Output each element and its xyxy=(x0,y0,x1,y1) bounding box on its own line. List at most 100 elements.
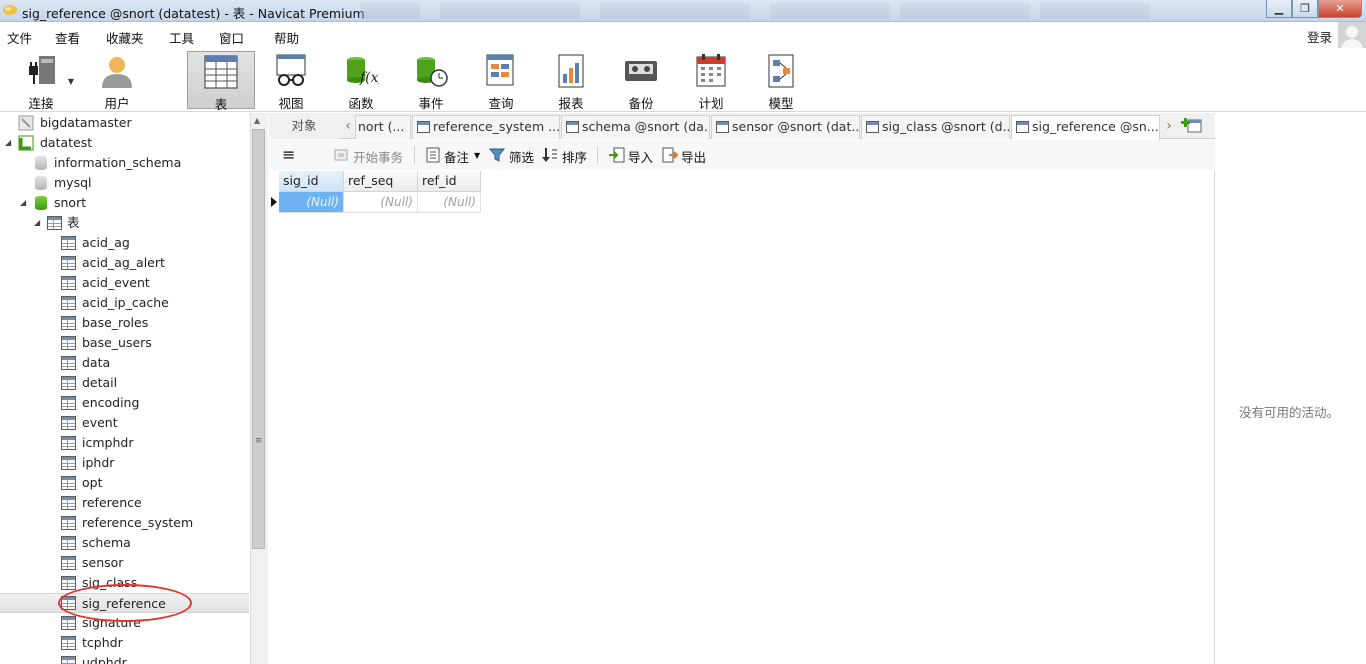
backup-button[interactable]: 备份 xyxy=(608,51,674,111)
tree-table-item[interactable]: acid_ag xyxy=(0,233,249,253)
grid-cell-ref-id[interactable]: (Null) xyxy=(418,192,481,213)
tree-table-item[interactable]: acid_ip_cache xyxy=(0,293,249,313)
view-button[interactable]: 视图 xyxy=(258,51,324,111)
tree-table-item[interactable]: icmphdr xyxy=(0,433,249,453)
tree-table-item[interactable]: detail xyxy=(0,373,249,393)
tree-table-item[interactable]: acid_event xyxy=(0,273,249,293)
tree-label: acid_ag_alert xyxy=(82,255,165,270)
tab-sensor[interactable]: sensor @snort (dat... xyxy=(711,115,860,139)
splitter-grip-icon[interactable]: ≡ xyxy=(255,436,263,446)
tree-db-snort[interactable]: ◢ snort xyxy=(0,193,249,213)
svg-text:f(x): f(x) xyxy=(359,70,379,86)
tree-table-item[interactable]: acid_ag_alert xyxy=(0,253,249,273)
filter-button[interactable]: 筛选 xyxy=(509,147,534,166)
tree-table-item[interactable]: reference xyxy=(0,493,249,513)
menu-file[interactable]: 文件 xyxy=(7,28,32,47)
function-button[interactable]: f(x) 函数 xyxy=(328,51,394,111)
tab-sig-reference[interactable]: sig_reference @sn... xyxy=(1011,115,1160,140)
tree-table-item[interactable]: iphdr xyxy=(0,453,249,473)
column-header-ref-id[interactable]: ref_id xyxy=(418,171,481,192)
tree-tables-folder[interactable]: ◢ 表 xyxy=(0,213,249,233)
import-icon[interactable] xyxy=(609,147,625,163)
grid-cell-sig-id[interactable]: (Null) xyxy=(279,192,344,213)
filter-funnel-icon[interactable] xyxy=(489,147,505,163)
tab-objects[interactable]: 对象 xyxy=(269,115,339,139)
login-link[interactable]: 登录 xyxy=(1307,27,1332,46)
tree-table-item[interactable]: data xyxy=(0,353,249,373)
tree-table-item[interactable]: encoding xyxy=(0,393,249,413)
no-activity-text: 没有可用的活动。 xyxy=(1239,405,1340,420)
menu-view[interactable]: 查看 xyxy=(55,28,80,47)
grid-cell-ref-seq[interactable]: (Null) xyxy=(344,192,418,213)
begin-transaction-icon[interactable] xyxy=(333,147,349,163)
function-icon: f(x) xyxy=(347,57,379,86)
tree-table-item[interactable]: event xyxy=(0,413,249,433)
chevron-down-icon[interactable]: ▼ xyxy=(474,151,480,160)
import-button[interactable]: 导入 xyxy=(628,147,653,166)
user-avatar-icon[interactable] xyxy=(1338,22,1366,51)
taskbar-ghost xyxy=(1040,3,1150,19)
maximize-button[interactable]: ❐ xyxy=(1292,0,1318,18)
schedule-button[interactable]: 计划 xyxy=(678,51,744,111)
tree-table-item[interactable]: reference_system xyxy=(0,513,249,533)
taskbar-ghost xyxy=(770,3,890,19)
tree-scrollbar[interactable]: ▲ ≡ xyxy=(250,113,268,664)
sort-button[interactable]: 排序 xyxy=(562,147,587,166)
tree-table-item[interactable]: opt xyxy=(0,473,249,493)
table-button[interactable]: 表 xyxy=(187,51,255,112)
tree-db-mysql[interactable]: mysql xyxy=(0,173,249,193)
tab-label: schema @snort (da... xyxy=(582,119,710,134)
export-button[interactable]: 导出 xyxy=(681,147,706,166)
model-button[interactable]: 模型 xyxy=(748,51,814,111)
tree-db-information-schema[interactable]: information_schema xyxy=(0,153,249,173)
scrollbar-thumb[interactable] xyxy=(252,129,265,549)
tab-scroll-right-icon[interactable]: › xyxy=(1160,115,1178,139)
event-button[interactable]: 事件 xyxy=(398,51,464,111)
tab-reference-system[interactable]: reference_system ... xyxy=(412,115,560,139)
user-button[interactable]: 用户 xyxy=(84,51,150,111)
minimize-button[interactable]: ▁ xyxy=(1266,0,1292,18)
hamburger-menu-icon[interactable]: ≡ xyxy=(282,145,295,164)
column-header-sig-id[interactable]: sig_id xyxy=(279,171,344,192)
tab-schema[interactable]: schema @snort (da... xyxy=(561,115,710,139)
tree-table-item[interactable]: base_roles xyxy=(0,313,249,333)
sort-icon[interactable] xyxy=(542,147,558,163)
connect-button[interactable]: ▼ 连接 xyxy=(8,51,74,111)
menu-window[interactable]: 窗口 xyxy=(219,28,244,47)
chevron-down-icon[interactable]: ▼ xyxy=(68,77,74,86)
query-label: 查询 xyxy=(488,96,514,111)
menu-favorites[interactable]: 收藏夹 xyxy=(106,28,144,47)
tree-table-item[interactable]: udphdr xyxy=(0,653,249,664)
tree-table-item[interactable]: base_users xyxy=(0,333,249,353)
tree-connection-bigdatamaster[interactable]: bigdatamaster xyxy=(0,113,249,133)
tree-table-item[interactable]: sig_class xyxy=(0,573,249,593)
report-button[interactable]: 报表 xyxy=(538,51,604,111)
tree-connection-datatest[interactable]: ◢ datatest xyxy=(0,133,249,153)
expand-arrow-icon[interactable]: ◢ xyxy=(34,213,40,233)
tab-label: sensor @snort (dat... xyxy=(732,119,860,134)
divider xyxy=(597,146,598,164)
tab-snort-truncated[interactable]: nort (... xyxy=(355,115,411,139)
close-button[interactable]: ✕ xyxy=(1318,0,1362,18)
begin-transaction-button[interactable]: 开始事务 xyxy=(353,147,403,166)
memo-button[interactable]: 备注 xyxy=(444,147,469,166)
menu-help[interactable]: 帮助 xyxy=(274,28,299,47)
column-header-ref-seq[interactable]: ref_seq xyxy=(344,171,418,192)
tree-table-item[interactable]: schema xyxy=(0,533,249,553)
expand-arrow-icon[interactable]: ◢ xyxy=(20,193,26,213)
query-button[interactable]: 查询 xyxy=(468,51,534,111)
tree-table-item[interactable]: signature xyxy=(0,613,249,633)
new-tab-icon[interactable] xyxy=(1180,114,1210,138)
table-icon xyxy=(61,336,76,350)
export-icon[interactable] xyxy=(662,147,678,163)
tree-table-item[interactable]: sensor xyxy=(0,553,249,573)
menu-tools[interactable]: 工具 xyxy=(169,28,194,47)
tab-sig-class[interactable]: sig_class @snort (d... xyxy=(861,115,1010,139)
scroll-up-icon[interactable]: ▲ xyxy=(254,116,260,125)
tree-table-item-selected[interactable]: sig_reference xyxy=(0,593,249,613)
memo-icon[interactable] xyxy=(425,147,441,163)
report-label: 报表 xyxy=(558,96,584,111)
tree-table-item[interactable]: tcphdr xyxy=(0,633,249,653)
report-chart-icon xyxy=(558,54,584,88)
expand-arrow-icon[interactable]: ◢ xyxy=(5,133,11,153)
